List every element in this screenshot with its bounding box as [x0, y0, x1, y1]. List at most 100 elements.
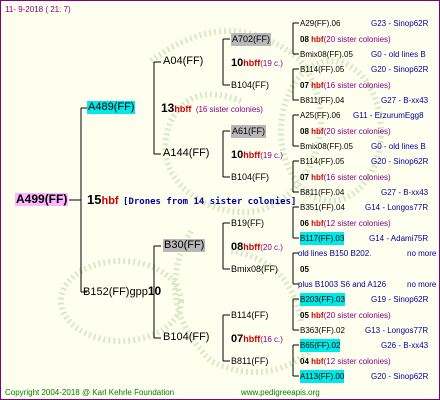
gen4-id-16: A113(FF).00: [300, 372, 345, 381]
gen1-gen-unit-1: hbff: [174, 104, 192, 114]
gen3-gen-unit-5: hbf: [311, 219, 324, 228]
gen3-generation-1: 08 hbf(20 sister colonies): [300, 33, 391, 46]
gen2-note-4: (16 c.): [260, 335, 283, 344]
gen3-queen-4[interactable]: B104(FF): [231, 171, 269, 184]
gen4-queen-11[interactable]: old lines B150 B202.: [298, 247, 371, 260]
gen4-queen-8[interactable]: B811(FF).04: [300, 186, 344, 199]
gen4-id-5: A25(FF).06: [300, 111, 341, 120]
gen3-gen-num-8: 04: [300, 357, 309, 366]
gen2-generation-4: 07hbff(16 c.): [231, 331, 283, 346]
gen3-gen-unit-8: hbf: [311, 357, 324, 366]
gen3-queen-7[interactable]: B114(FF): [231, 309, 268, 322]
gen4-info-9: G14 - Longos77R: [365, 203, 429, 212]
gen1-note-1: (16 sister colonies): [195, 105, 263, 114]
gen4-queen-6[interactable]: Bmix08(FF).05: [300, 140, 353, 153]
gen3-generation-6: 05: [300, 263, 309, 276]
gen4-queen-5[interactable]: A25(FF).06: [300, 109, 340, 122]
website-link[interactable]: www.pedigreeapis.org: [241, 386, 320, 399]
gen4-id-13: B203(FF).03: [300, 295, 345, 304]
gen3-note-2: (16 sister colonies): [323, 81, 391, 90]
gen4-id-12: plus B1003 S6 and A126: [298, 280, 387, 289]
gen4-info-6: G0 - old lines B: [371, 142, 426, 151]
gen4-queen-12[interactable]: plus B1003 S6 and A126: [298, 278, 386, 291]
gen2-generation-3: 08hbff(20 c.): [231, 239, 283, 254]
gen3-note-5: (12 sister colonies): [323, 219, 391, 228]
gen3-note-3: (20 sister colonies): [323, 127, 391, 136]
gen3-gen-unit-7: hbf: [311, 311, 324, 320]
gen3-note-7: (20 sister colonies): [323, 311, 391, 320]
gen2-gen-unit-2: hbff: [243, 150, 261, 160]
gen4-queen-14[interactable]: B363(FF).02: [300, 324, 345, 337]
gen4-id-14: B363(FF).02: [300, 326, 345, 335]
gen4-queen-3[interactable]: B114(FF).05: [300, 63, 344, 76]
gen1-generation-1: 13hbff (16 sister colonies): [161, 101, 263, 116]
gen2-note-3: (20 c.): [260, 243, 283, 252]
gen3-gen-unit-2: hbf: [311, 81, 324, 90]
print-date: 11- 9-2018 ( 21: 7): [5, 5, 71, 14]
gen2-gen-unit-3: hbff: [243, 242, 261, 252]
gen2-queen-4[interactable]: B104(FF): [163, 331, 209, 344]
gen3-gen-unit-3: hbf: [311, 127, 324, 136]
gen4-id-2: Bmix08(FF).05: [300, 50, 353, 59]
gen4-info-10: G14 - Adami75R: [369, 234, 429, 243]
gen4-info-8: G27 - B-xx43: [381, 188, 429, 197]
gen3-gen-num-7: 05: [300, 311, 309, 320]
gen2-queen-2[interactable]: A144(FF): [163, 147, 209, 160]
gen1-queen-2[interactable]: B152(FF)gpp10: [83, 285, 161, 299]
gen2-gen-unit-4: hbff: [243, 334, 261, 344]
gen3-queen-2[interactable]: B104(FF): [231, 79, 269, 92]
gen4-id-1: A29(FF).06: [300, 19, 341, 28]
gen4-id-15: B65(FF).02: [300, 341, 341, 350]
gen1-queen-1[interactable]: A489(FF): [87, 101, 136, 114]
gen2-note-1: (19 c.): [260, 59, 283, 68]
gen4-info-13: G19 - Sinop62R: [371, 295, 429, 304]
root-gen-unit: hbf: [101, 195, 119, 207]
gen2-gen-num-3: 08: [231, 241, 244, 253]
gen4-id-9: B351(FF).04: [300, 203, 345, 212]
gen2-queen-3[interactable]: B30(FF): [163, 239, 206, 252]
gen3-gen-unit-4: hbf: [311, 173, 324, 182]
gen3-gen-unit-1: hbf: [311, 35, 324, 44]
gen3-gen-num-5: 06: [300, 219, 309, 228]
root-note: [Drones from 14 sister colonies]: [123, 197, 297, 207]
gen4-info-2: G0 - old lines B: [371, 50, 426, 59]
gen3-gen-num-6: 05: [300, 265, 309, 274]
gen1-queen-2-id: B152(FF)gpp: [83, 286, 148, 298]
gen4-id-11: old lines B150 B202.: [298, 249, 372, 258]
gen4-info-12: no more: [407, 280, 437, 289]
gen4-info-15: G26 - B-xx43: [381, 341, 429, 350]
gen1-gen-num-1: 13: [161, 101, 175, 115]
gen4-queen-1[interactable]: A29(FF).06: [300, 17, 340, 30]
gen3-gen-num-1: 08: [300, 35, 309, 44]
gen4-info-11: no more: [407, 249, 437, 258]
gen2-queen-1[interactable]: A04(FF): [163, 55, 203, 68]
gen4-queen-13[interactable]: B203(FF).03: [300, 293, 345, 306]
gen4-info-16: G20 - Sinop62R: [371, 372, 429, 381]
gen2-generation-2: 10hbff(19 c.): [231, 147, 283, 162]
gen3-queen-3[interactable]: A61(FF): [231, 125, 267, 138]
gen4-queen-10[interactable]: B117(FF).03: [300, 232, 345, 245]
gen4-info-14: G13 - Longos77R: [365, 326, 429, 335]
gen3-generation-3: 08 hbf(20 sister colonies): [300, 125, 391, 138]
copyright-text: Copyright 2004-2018 @ Karl Kehrle Founda…: [5, 388, 175, 397]
gen4-info-4: G27 - B-xx43: [381, 96, 429, 105]
gen4-queen-9[interactable]: B351(FF).04: [300, 201, 345, 214]
gen1-gen-num-2: 10: [147, 284, 162, 298]
gen4-queen-7[interactable]: B114(FF).05: [300, 155, 344, 168]
gen4-id-4: B811(FF).04: [300, 96, 345, 105]
gen3-queen-1[interactable]: A702(FF): [231, 33, 272, 46]
gen3-queen-8[interactable]: B811(FF): [231, 355, 268, 368]
gen4-id-8: B811(FF).04: [300, 188, 345, 197]
root-queen[interactable]: A499(FF): [15, 193, 69, 206]
gen4-queen-2[interactable]: Bmix08(FF).05: [300, 48, 353, 61]
gen2-gen-num-2: 10: [231, 149, 244, 161]
gen3-gen-num-3: 08: [300, 127, 309, 136]
gen3-queen-6[interactable]: Bmix08(FF): [231, 263, 278, 276]
gen4-info-7: G20 - Sinop62R: [371, 157, 429, 166]
gen4-queen-4[interactable]: B811(FF).04: [300, 94, 344, 107]
gen4-queen-16[interactable]: A113(FF).00: [300, 370, 345, 383]
gen4-queen-15[interactable]: B65(FF).02: [300, 339, 341, 352]
gen3-generation-8: 04 hbf(12 sister colonies): [300, 355, 391, 368]
gen3-queen-5[interactable]: B19(FF): [231, 217, 264, 230]
gen3-gen-num-4: 07: [300, 173, 309, 182]
